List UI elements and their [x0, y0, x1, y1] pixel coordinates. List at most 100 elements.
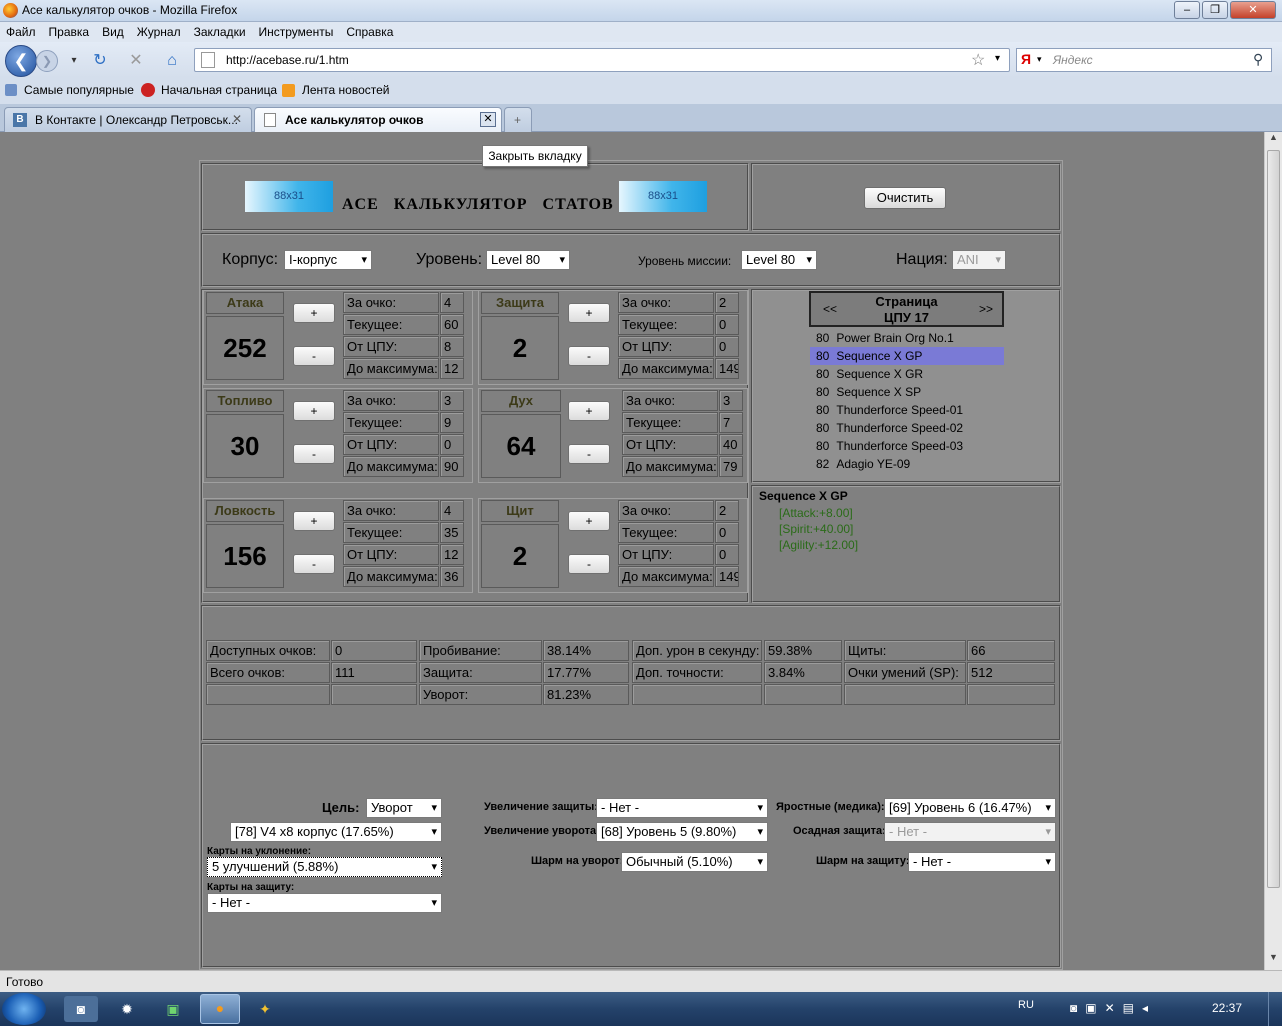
- taskbar-game-icon[interactable]: ✹: [110, 996, 144, 1022]
- decrease-button[interactable]: -: [568, 444, 610, 464]
- taskbar-app-icon[interactable]: ▣: [156, 996, 190, 1022]
- decrease-button[interactable]: -: [568, 346, 610, 366]
- close-tab-icon[interactable]: ✕: [232, 112, 242, 126]
- clear-button[interactable]: Очистить: [864, 187, 946, 209]
- maximize-button[interactable]: ❐: [1202, 1, 1228, 19]
- increase-button[interactable]: +: [568, 401, 610, 421]
- menu-file[interactable]: Файл: [6, 25, 36, 39]
- cpu-list-item[interactable]: 80 Power Brain Org No.1: [810, 329, 1004, 347]
- charm-evade-select[interactable]: Обычный (5.10%): [621, 852, 768, 872]
- scroll-down-icon[interactable]: ▼: [1266, 952, 1281, 968]
- back-button[interactable]: ❮: [5, 45, 37, 77]
- decrease-button[interactable]: -: [568, 554, 610, 574]
- nation-select[interactable]: ANI: [952, 250, 1006, 270]
- search-icon[interactable]: ⚲: [1253, 51, 1263, 68]
- decrease-button[interactable]: -: [293, 346, 335, 366]
- taskbar-firefox-icon[interactable]: ●: [200, 994, 240, 1024]
- cpu-detail-title: Sequence X GP: [759, 489, 848, 503]
- cpu-item-level: 80: [816, 439, 830, 453]
- stat-label-to-max: До максимума:: [622, 456, 718, 477]
- close-window-button[interactable]: ✕: [1230, 1, 1276, 19]
- taskbar-media-icon[interactable]: ◙: [64, 996, 98, 1022]
- hull-item-select[interactable]: [78] V4 x8 корпус (17.65%): [230, 822, 442, 842]
- menu-history[interactable]: Журнал: [137, 25, 181, 39]
- cpu-item-level: 80: [816, 403, 830, 417]
- stat-label-current: Текущее:: [343, 314, 439, 335]
- def-cards-select[interactable]: - Нет -: [207, 893, 442, 913]
- cpu-list-item[interactable]: 80 Thunderforce Speed-01: [810, 401, 1004, 419]
- siege-select[interactable]: - Нет -: [884, 822, 1056, 842]
- new-tab-button[interactable]: +: [504, 107, 532, 132]
- menu-edit[interactable]: Правка: [49, 25, 90, 39]
- minimize-button[interactable]: –: [1174, 1, 1200, 19]
- siege-label: Осадная защита:: [793, 825, 886, 837]
- forward-button[interactable]: ❯: [36, 50, 58, 72]
- mission-level-select[interactable]: Level 80: [741, 250, 817, 270]
- fury-select[interactable]: [69] Уровень 6 (16.47%): [884, 798, 1056, 818]
- search-input[interactable]: Яндекс: [1053, 53, 1093, 67]
- cpu-list-item[interactable]: 82 Adagio YE-09: [810, 455, 1004, 473]
- history-dropdown-icon[interactable]: ▾: [64, 51, 84, 71]
- goal-label: Цель:: [322, 800, 360, 815]
- charm-def-select[interactable]: - Нет -: [908, 852, 1056, 872]
- summary-cell: Доп. точности:: [632, 662, 762, 683]
- menu-help[interactable]: Справка: [346, 25, 393, 39]
- stat-per-point-value: 2: [715, 500, 739, 521]
- menu-tools[interactable]: Инструменты: [259, 25, 334, 39]
- cpu-list-item[interactable]: 80 Sequence X GR: [810, 365, 1004, 383]
- language-indicator[interactable]: RU: [1018, 999, 1034, 1011]
- reload-icon[interactable]: ↻: [90, 51, 110, 71]
- cpu-item-name: Power Brain Org No.1: [836, 331, 954, 345]
- scroll-up-icon[interactable]: ▲: [1266, 132, 1281, 148]
- scroll-thumb[interactable]: [1267, 150, 1280, 888]
- stop-icon[interactable]: ✕: [126, 51, 146, 71]
- engine-dropdown-icon[interactable]: ▾: [1037, 54, 1042, 65]
- bookmark-news[interactable]: Лента новостей: [302, 83, 390, 97]
- goal-select[interactable]: Уворот: [366, 798, 442, 818]
- def-up-select[interactable]: - Нет -: [596, 798, 768, 818]
- url-dropdown-icon[interactable]: ▾: [995, 53, 1000, 64]
- search-bar[interactable]: Я ▾ Яндекс ⚲: [1016, 48, 1272, 72]
- url-bar[interactable]: http://acebase.ru/1.htm ☆ ▾: [194, 48, 1010, 72]
- stat-label-per-point: За очко:: [622, 390, 718, 411]
- hull-select[interactable]: I-корпус: [284, 250, 372, 270]
- tab-ace-calculator[interactable]: Ace калькулятор очков: [254, 107, 502, 132]
- evade-up-label: Увеличение уворота:: [484, 825, 600, 837]
- menu-bookmarks[interactable]: Закладки: [194, 25, 246, 39]
- increase-button[interactable]: +: [293, 401, 335, 421]
- increase-button[interactable]: +: [568, 303, 610, 323]
- taskbar-tool-icon[interactable]: ✦: [248, 996, 282, 1022]
- cpu-list-item[interactable]: 80 Thunderforce Speed-02: [810, 419, 1004, 437]
- show-desktop-button[interactable]: [1268, 992, 1282, 1026]
- evade-up-select[interactable]: [68] Уровень 5 (9.80%): [596, 822, 768, 842]
- tray-icons[interactable]: ◙▣✕▤◂: [1070, 1001, 1156, 1015]
- stat-current-value: 0: [715, 314, 739, 335]
- stat-label-current: Текущее:: [622, 412, 718, 433]
- yandex-icon[interactable]: Я: [1021, 51, 1031, 67]
- close-tab-icon[interactable]: ✕: [480, 112, 496, 127]
- banner-badge-left[interactable]: 88x31: [245, 181, 333, 212]
- banner-badge-right[interactable]: 88x31: [619, 181, 707, 212]
- cpu-list-item[interactable]: 80 Sequence X GP: [810, 347, 1004, 365]
- increase-button[interactable]: +: [568, 511, 610, 531]
- increase-button[interactable]: +: [293, 303, 335, 323]
- next-page-button[interactable]: >>: [979, 302, 993, 316]
- bookmark-most-visited[interactable]: Самые популярные: [24, 83, 134, 97]
- stat-label-cpu: От ЦПУ:: [343, 336, 439, 357]
- cpu-list-item[interactable]: 80 Thunderforce Speed-03: [810, 437, 1004, 455]
- home-icon[interactable]: ⌂: [162, 51, 182, 71]
- bookmark-start-page[interactable]: Начальная страница: [161, 83, 277, 97]
- stat-label-per-point: За очко:: [618, 292, 714, 313]
- evade-cards-select[interactable]: 5 улучшений (5.88%): [207, 857, 442, 877]
- level-select[interactable]: Level 80: [486, 250, 570, 270]
- vertical-scrollbar[interactable]: ▲ ▼: [1264, 132, 1282, 970]
- tab-vkontakte[interactable]: B В Контакте | Олександр Петровськ...: [4, 107, 252, 132]
- increase-button[interactable]: +: [293, 511, 335, 531]
- stat-to-max-value: 36: [440, 566, 464, 587]
- cpu-list-item[interactable]: 80 Sequence X SP: [810, 383, 1004, 401]
- start-button[interactable]: [2, 993, 46, 1025]
- menu-view[interactable]: Вид: [102, 25, 124, 39]
- bookmark-star-icon[interactable]: ☆: [971, 50, 985, 70]
- decrease-button[interactable]: -: [293, 554, 335, 574]
- decrease-button[interactable]: -: [293, 444, 335, 464]
